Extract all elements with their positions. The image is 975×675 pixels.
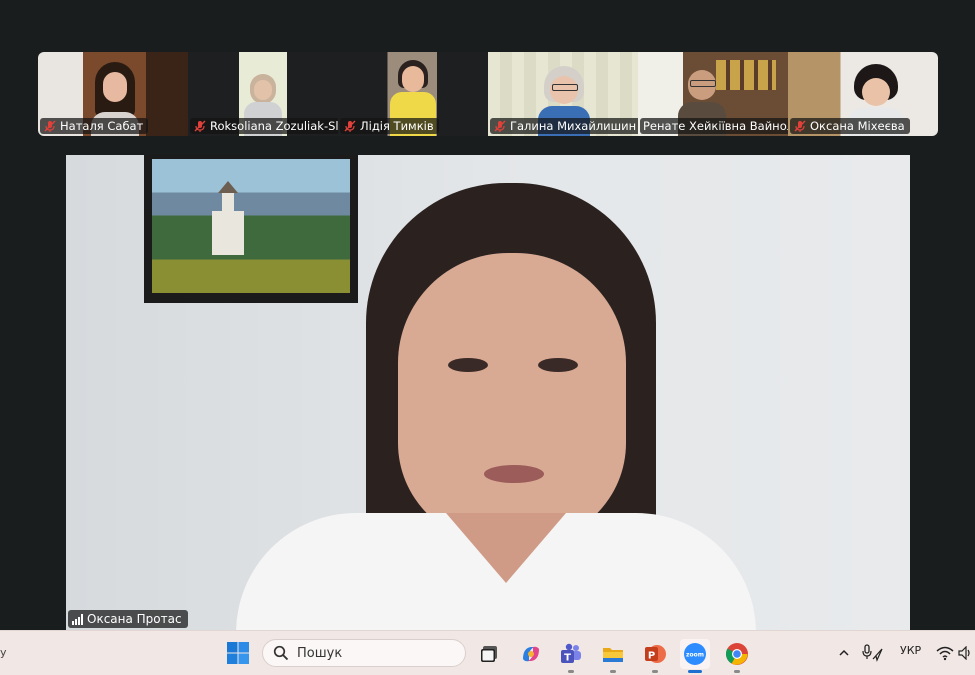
participant-name-tag: Roksoliana Zozuliak-Sl... — [190, 118, 338, 134]
running-indicator — [734, 670, 740, 673]
participant-name: Лідія Тимків — [360, 119, 434, 133]
zoom-meeting-window: Наталя Сабат Roksoliana Zozuliak-Sl... Л… — [0, 0, 975, 675]
input-language-indicator[interactable]: УКР — [900, 644, 921, 657]
file-explorer-button[interactable] — [598, 639, 628, 673]
mic-muted-icon — [344, 120, 356, 132]
participant-tile[interactable]: Оксана Міхеєва — [788, 52, 938, 136]
participant-name-tag: Наталя Сабат — [40, 118, 149, 134]
active-indicator — [688, 670, 702, 673]
active-speaker-video[interactable]: Оксана Протас — [66, 155, 910, 630]
speaker-name: Оксана Протас — [87, 612, 182, 626]
task-view-icon — [481, 646, 497, 662]
participant-gallery: Наталя Сабат Roksoliana Zozuliak-Sl... Л… — [38, 52, 938, 136]
participant-tile[interactable]: Roksoliana Zozuliak-Sl... — [188, 52, 338, 136]
svg-text:T: T — [564, 653, 571, 664]
zoom-icon: zoom — [684, 643, 706, 665]
windows-start-icon[interactable] — [226, 641, 250, 665]
running-indicator — [610, 670, 616, 673]
speaker-person — [216, 183, 776, 630]
powerpoint-icon: P — [645, 645, 666, 663]
participant-name-tag: Ренате Хейкіївна Вайнола — [640, 118, 788, 134]
powerpoint-button[interactable]: P — [640, 639, 670, 673]
participant-tile[interactable]: Лідія Тимків — [338, 52, 488, 136]
chrome-button[interactable] — [722, 639, 752, 673]
taskbar-search-box[interactable] — [262, 639, 466, 667]
participant-name-tag: Оксана Міхеєва — [790, 118, 910, 134]
connection-signal-icon — [72, 613, 83, 625]
wifi-icon[interactable] — [936, 645, 954, 661]
mic-muted-icon — [494, 120, 506, 132]
participant-tile[interactable]: Ренате Хейкіївна Вайнола — [638, 52, 788, 136]
svg-text:P: P — [648, 651, 655, 662]
teams-icon: T — [561, 643, 581, 664]
search-input[interactable] — [295, 644, 449, 662]
search-icon — [273, 645, 289, 661]
task-view-button[interactable] — [474, 639, 504, 669]
chevron-up-icon[interactable] — [838, 647, 850, 659]
mic-location-icon[interactable] — [862, 644, 884, 662]
copilot-button[interactable] — [516, 639, 546, 669]
svg-text:zoom: zoom — [686, 652, 704, 659]
participant-name-tag: Галина Михайлишин — [490, 118, 638, 134]
copilot-icon — [523, 646, 539, 662]
running-indicator — [568, 670, 574, 673]
speaker-volume-icon[interactable] — [958, 646, 972, 660]
participant-name: Оксана Міхеєва — [810, 119, 905, 133]
zoom-button[interactable]: zoom — [680, 639, 710, 673]
participant-name: Roksoliana Zozuliak-Sl... — [210, 119, 338, 133]
speaker-name-tag: Оксана Протас — [68, 610, 188, 628]
participant-name: Ренате Хейкіївна Вайнола — [643, 119, 788, 133]
folder-icon — [603, 648, 623, 662]
mic-muted-icon — [794, 120, 806, 132]
participant-tile[interactable]: Галина Михайлишин — [488, 52, 638, 136]
teams-button[interactable]: T — [556, 639, 586, 673]
participant-name-tag: Лідія Тимків — [340, 118, 439, 134]
participant-name: Наталя Сабат — [60, 119, 144, 133]
running-indicator — [652, 670, 658, 673]
participant-tile[interactable]: Наталя Сабат — [38, 52, 188, 136]
mic-muted-icon — [194, 120, 206, 132]
windows-taskbar: у Пошук T P zoom УКР — [0, 630, 975, 675]
participant-name: Галина Михайлишин — [510, 119, 637, 133]
taskbar-left-text: у — [0, 646, 7, 659]
chrome-icon — [726, 643, 748, 665]
mic-muted-icon — [44, 120, 56, 132]
